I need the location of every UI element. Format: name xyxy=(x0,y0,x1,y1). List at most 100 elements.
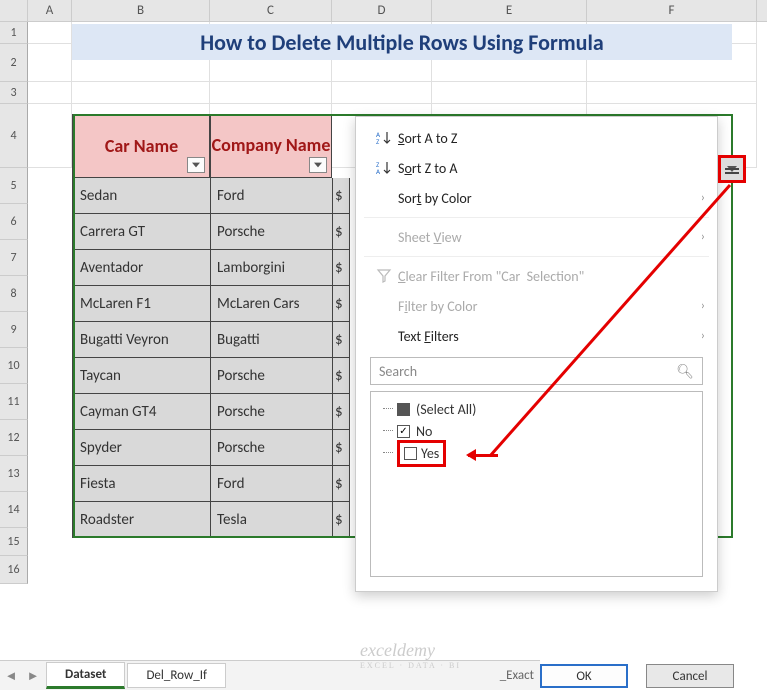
column-headers: A B C D E F xyxy=(0,0,767,22)
cell-car[interactable]: Sedan xyxy=(72,178,210,214)
cell-extra[interactable]: $ xyxy=(332,322,350,358)
cell-company[interactable]: McLaren Cars xyxy=(210,286,332,322)
cell-company[interactable]: Porsche xyxy=(210,358,332,394)
col-D[interactable]: D xyxy=(332,0,432,21)
chevron-right-icon: › xyxy=(701,191,705,205)
row-6[interactable]: 6 xyxy=(0,204,28,240)
tab-partial: _Exact xyxy=(500,668,540,683)
select-all-option[interactable]: (Select All) xyxy=(397,398,694,420)
cell-car[interactable]: Taycan xyxy=(72,358,210,394)
row-14[interactable]: 14 xyxy=(0,492,28,528)
filter-menu: AZSort A to Z ZASort Z to A Sort by Colo… xyxy=(355,116,718,592)
col-C[interactable]: C xyxy=(210,0,332,21)
cell-car[interactable]: Roadster xyxy=(72,502,210,538)
tab-prev[interactable]: ◄ xyxy=(0,668,22,684)
row-11[interactable]: 11 xyxy=(0,384,28,420)
table-row[interactable]: SpyderPorsche$ xyxy=(72,430,350,466)
option-yes[interactable]: Yes xyxy=(397,442,694,464)
cell-company[interactable]: Porsche xyxy=(210,394,332,430)
cell-extra[interactable]: $ xyxy=(332,358,350,394)
row-3[interactable]: 3 xyxy=(0,82,28,104)
row-9[interactable]: 9 xyxy=(0,312,28,348)
table-row[interactable]: TaycanPorsche$ xyxy=(72,358,350,394)
cell-extra[interactable]: $ xyxy=(332,394,350,430)
col-F[interactable]: F xyxy=(587,0,757,21)
cell-extra[interactable]: $ xyxy=(332,286,350,322)
row-2[interactable]: 2 xyxy=(0,44,28,82)
row-15[interactable]: 15 xyxy=(0,528,28,556)
annotation-arrow xyxy=(468,454,498,457)
svg-text:A: A xyxy=(376,167,381,176)
row-7[interactable]: 7 xyxy=(0,240,28,276)
select-all-corner[interactable] xyxy=(0,0,28,21)
col-E[interactable]: E xyxy=(432,0,587,21)
row-12[interactable]: 12 xyxy=(0,420,28,456)
filter-button-car[interactable] xyxy=(187,157,205,173)
sort-az-icon: AZ xyxy=(370,130,398,146)
tab-dataset[interactable]: Dataset xyxy=(46,662,125,689)
cell-company[interactable]: Porsche xyxy=(210,214,332,250)
tab-next[interactable]: ► xyxy=(22,668,44,684)
col-B[interactable]: B xyxy=(72,0,210,21)
row-16[interactable]: 16 xyxy=(0,556,28,584)
checkbox-partial-icon xyxy=(397,403,410,416)
cell-company[interactable]: Porsche xyxy=(210,430,332,466)
cell-car[interactable]: Carrera GT xyxy=(72,214,210,250)
sheet-view: Sheet View› xyxy=(356,222,717,252)
row-10[interactable]: 10 xyxy=(0,348,28,384)
cell-car[interactable]: McLaren F1 xyxy=(72,286,210,322)
cell-company[interactable]: Tesla xyxy=(210,502,332,538)
row-13[interactable]: 13 xyxy=(0,456,28,492)
cell-car[interactable]: Bugatti Veyron xyxy=(72,322,210,358)
table-row[interactable]: FiestaFord$ xyxy=(72,466,350,502)
cell-car[interactable]: Cayman GT4 xyxy=(72,394,210,430)
tab-del-row-if[interactable]: Del_Row_If xyxy=(127,663,226,688)
text-filters[interactable]: Text Filters› xyxy=(356,321,717,351)
funnel-clear-icon xyxy=(370,268,398,284)
ok-button[interactable]: OK xyxy=(540,664,628,688)
page-title: How to Delete Multiple Rows Using Formul… xyxy=(72,24,732,60)
table-row[interactable]: SedanFord$ xyxy=(72,178,350,214)
table-row[interactable]: Cayman GT4Porsche$ xyxy=(72,394,350,430)
cell-extra[interactable]: $ xyxy=(332,466,350,502)
filter-search[interactable]: Search🔍︎ xyxy=(370,357,703,385)
cancel-button[interactable]: Cancel xyxy=(646,664,734,688)
checkbox-checked-icon xyxy=(397,425,410,438)
cell-car[interactable]: Fiesta xyxy=(72,466,210,502)
row-5[interactable]: 5 xyxy=(0,168,28,204)
cell-extra[interactable]: $ xyxy=(332,250,350,286)
sort-az[interactable]: AZSort A to Z xyxy=(356,123,717,153)
row-8[interactable]: 8 xyxy=(0,276,28,312)
filter-checkbox-list[interactable]: (Select All) No Yes xyxy=(370,391,703,577)
cell-car[interactable]: Aventador xyxy=(72,250,210,286)
table-row[interactable]: Bugatti VeyronBugatti$ xyxy=(72,322,350,358)
table-row[interactable]: RoadsterTesla$ xyxy=(72,502,350,538)
cell-company[interactable]: Bugatti xyxy=(210,322,332,358)
cell-extra[interactable]: $ xyxy=(332,502,350,538)
table-row[interactable]: Carrera GTPorsche$ xyxy=(72,214,350,250)
cell-extra[interactable]: $ xyxy=(332,430,350,466)
cell-company[interactable]: Ford xyxy=(210,466,332,502)
table-body: SedanFord$Carrera GTPorsche$AventadorLam… xyxy=(72,178,350,538)
filter-by-color: Filter by Color› xyxy=(356,291,717,321)
table-row[interactable]: McLaren F1McLaren Cars$ xyxy=(72,286,350,322)
cell-extra[interactable]: $ xyxy=(332,214,350,250)
row-4[interactable]: 4 xyxy=(0,104,28,168)
cell-car[interactable]: Spyder xyxy=(72,430,210,466)
row-1[interactable]: 1 xyxy=(0,22,28,44)
col-A[interactable]: A xyxy=(28,0,72,21)
header-car-name: Car Name xyxy=(72,114,210,178)
filter-button-company[interactable] xyxy=(309,157,327,173)
sheet-tab-bar: ◄ ► Dataset Del_Row_If _Exact xyxy=(0,660,540,690)
sort-by-color[interactable]: Sort by Color› xyxy=(356,183,717,213)
table-row[interactable]: AventadorLamborgini$ xyxy=(72,250,350,286)
cell-company[interactable]: Lamborgini xyxy=(210,250,332,286)
cell-company[interactable]: Ford xyxy=(210,178,332,214)
header-company-name: Company Name xyxy=(210,114,332,178)
chevron-right-icon: › xyxy=(701,329,705,343)
sort-za[interactable]: ZASort Z to A xyxy=(356,153,717,183)
filter-dropdown-highlighted[interactable] xyxy=(718,155,746,183)
cell-extra[interactable]: $ xyxy=(332,178,350,214)
sort-za-icon: ZA xyxy=(370,160,398,176)
table-header-row: Car Name Company Name xyxy=(72,114,332,178)
